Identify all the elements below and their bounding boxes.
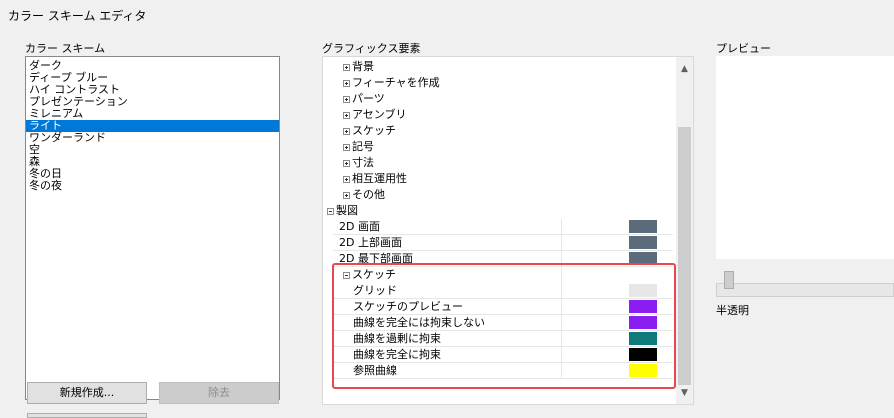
scheme-item[interactable]: 冬の日 bbox=[26, 168, 279, 180]
tree-node-label: 背景 bbox=[352, 60, 374, 73]
expand-icon[interactable] bbox=[343, 143, 350, 151]
expand-icon[interactable] bbox=[343, 95, 350, 103]
tree-node-label: 製図 bbox=[336, 204, 358, 217]
tree-node[interactable]: その他 bbox=[343, 187, 385, 203]
window-title: カラー スキーム エディタ bbox=[8, 9, 147, 23]
new-scheme-button[interactable]: 新規作成... bbox=[27, 382, 147, 404]
tree-node[interactable]: フィーチャを作成 bbox=[343, 75, 440, 91]
scroll-down-icon[interactable]: ▼ bbox=[676, 385, 693, 402]
transparency-label: 半透明 bbox=[716, 304, 749, 317]
scheme-item[interactable]: 空 bbox=[26, 144, 279, 156]
expand-icon[interactable] bbox=[343, 159, 350, 167]
expand-icon[interactable] bbox=[343, 63, 350, 71]
tree-node[interactable]: スケッチ bbox=[343, 123, 396, 139]
expand-icon[interactable] bbox=[343, 79, 350, 87]
transparency-slider[interactable] bbox=[716, 283, 894, 297]
tree-node-label: 2D 画面 bbox=[339, 220, 380, 233]
expand-icon[interactable] bbox=[343, 175, 350, 183]
tree-node[interactable]: 2D 上部画面 bbox=[339, 235, 402, 251]
extra-button[interactable] bbox=[27, 413, 147, 418]
tree-node-label: アセンブリ bbox=[352, 108, 407, 121]
tree-node[interactable]: 記号 bbox=[343, 139, 374, 155]
tree-node[interactable]: 寸法 bbox=[343, 155, 374, 171]
preview-area bbox=[716, 56, 894, 259]
tree-scrollbar[interactable]: ▲ ▼ bbox=[676, 57, 693, 404]
tree-node[interactable]: アセンブリ bbox=[343, 107, 406, 123]
tree-node[interactable]: 背景 bbox=[343, 59, 374, 75]
tree-node-label: パーツ bbox=[352, 92, 385, 105]
scheme-item[interactable]: ワンダーランド bbox=[26, 132, 279, 144]
expand-icon[interactable] bbox=[343, 191, 350, 199]
highlight-box bbox=[332, 263, 676, 389]
delete-scheme-button[interactable]: 除去 bbox=[159, 382, 279, 404]
tree-node-label: スケッチ bbox=[352, 124, 396, 137]
scroll-thumb[interactable] bbox=[678, 127, 691, 385]
tree-node[interactable]: パーツ bbox=[343, 91, 385, 107]
scheme-item[interactable]: ミレニアム bbox=[26, 108, 279, 120]
preview-label: プレビュー bbox=[716, 42, 771, 55]
color-swatch[interactable] bbox=[629, 220, 657, 233]
scheme-item[interactable]: 森 bbox=[26, 156, 279, 168]
tree-node-label: その他 bbox=[352, 188, 385, 201]
tree-node-label: 2D 上部画面 bbox=[339, 236, 402, 249]
tree-node-label: 記号 bbox=[352, 140, 374, 153]
tree-node[interactable]: 2D 画面 bbox=[339, 219, 380, 235]
color-swatch[interactable] bbox=[629, 236, 657, 249]
scroll-up-icon[interactable]: ▲ bbox=[676, 61, 693, 78]
tree-node-label: 寸法 bbox=[352, 156, 374, 169]
tree-node-label: 相互運用性 bbox=[352, 172, 407, 185]
expand-icon[interactable] bbox=[343, 127, 350, 135]
graphics-label: グラフィックス要素 bbox=[322, 42, 421, 55]
tree-node[interactable]: 相互運用性 bbox=[343, 171, 407, 187]
tree-node[interactable]: 製図 bbox=[327, 203, 358, 219]
transparency-slider-thumb[interactable] bbox=[724, 271, 734, 289]
expand-icon[interactable] bbox=[343, 111, 350, 119]
scheme-item[interactable]: 冬の夜 bbox=[26, 180, 279, 192]
tree-node-label: フィーチャを作成 bbox=[352, 76, 440, 89]
collapse-icon[interactable] bbox=[327, 207, 334, 215]
scheme-list[interactable]: ダーク ディープ ブルー ハイ コントラスト プレゼンテーション ミレニアム ライト ワンダ… bbox=[25, 56, 280, 400]
scheme-label: カラー スキーム bbox=[25, 42, 106, 55]
